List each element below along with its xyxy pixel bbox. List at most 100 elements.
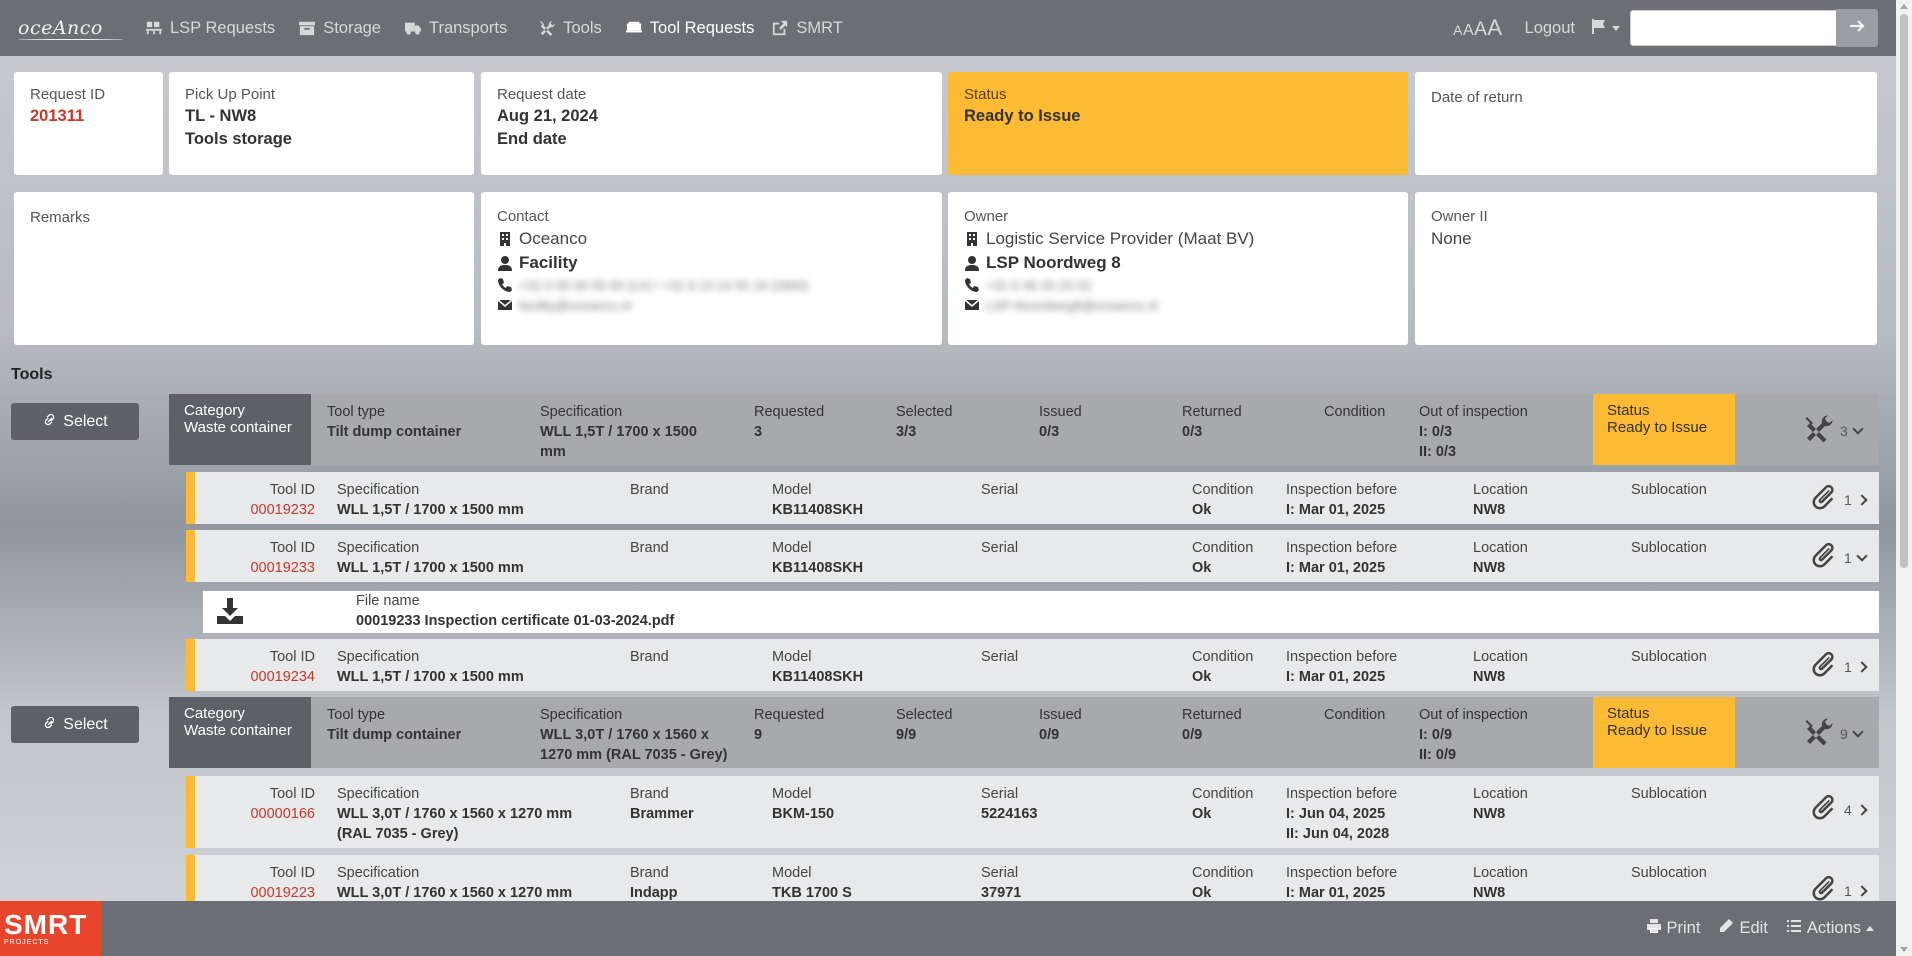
group-expand-toggle[interactable]: 3: [1804, 414, 1864, 447]
download-icon[interactable]: [215, 596, 245, 630]
attachments-toggle[interactable]: 4: [1810, 794, 1868, 825]
group-status-cell: Status Ready to Issue: [1593, 697, 1735, 768]
envelope-icon: [497, 297, 513, 313]
status-label: Status: [964, 86, 1007, 103]
tool-row[interactable]: Tool ID 00019234 Specification WLL 1,5T / …: [186, 639, 1879, 691]
contact-label: Contact: [497, 208, 549, 225]
oceanco-logo[interactable]: oceAnco: [18, 16, 124, 40]
tool-id-link[interactable]: 00000166: [195, 804, 315, 824]
phone-icon: [497, 277, 513, 293]
group-expand-toggle[interactable]: 9: [1804, 717, 1864, 750]
tool-condition-cell: Condition Ok: [1192, 482, 1254, 518]
font-size-selector[interactable]: AAAA: [1453, 15, 1502, 41]
tool-serial-cell: Serial: [981, 649, 1019, 665]
external-link-icon: [770, 19, 790, 37]
request-id-value: 201311: [30, 107, 85, 125]
tool-location-cell: Location NW8: [1473, 865, 1528, 901]
owner2-label: Owner II: [1431, 208, 1488, 225]
font-size-4[interactable]: A: [1487, 15, 1502, 40]
tool-brand-cell: Brand: [630, 649, 669, 665]
tool-id-link[interactable]: 00019234: [195, 667, 315, 687]
nav-lsp-requests[interactable]: LSP Requests: [144, 19, 275, 38]
smrt-logo[interactable]: SMRT PROJECTS: [0, 901, 101, 956]
font-size-3[interactable]: A: [1474, 19, 1487, 40]
tool-id-link[interactable]: 00019232: [195, 500, 315, 520]
tool-row[interactable]: Tool ID 00019223 Specification WLL 3,0T / …: [186, 855, 1879, 901]
nav-tools[interactable]: Tools: [537, 19, 602, 38]
smrt-logo-subtext: PROJECTS: [4, 939, 50, 946]
tool-group-header[interactable]: Category Waste container Tool type Tilt d…: [169, 697, 1879, 768]
tool-serial-cell: Serial 37971: [981, 865, 1022, 901]
nav-lsp-requests-label: LSP Requests: [170, 18, 276, 37]
tool-id-cell: Tool ID 00000166: [195, 784, 315, 824]
tool-condition-cell: Condition Ok: [1192, 786, 1254, 822]
font-size-1[interactable]: A: [1453, 22, 1463, 38]
contact-phone-row: +31 0 00 00 00 00 (LV) / +31 6 13 14 55 …: [497, 277, 926, 293]
category-label: Category: [184, 402, 245, 419]
tool-id-link[interactable]: 00019223: [195, 883, 315, 901]
scroll-up-arrow[interactable]: [1900, 4, 1908, 9]
nav-transports[interactable]: Transports: [403, 19, 507, 38]
list-icon: [1786, 918, 1807, 939]
paperclip-icon: [1810, 794, 1844, 825]
attachment-count: 1: [1844, 491, 1852, 508]
chevron-right-icon: [1856, 884, 1868, 897]
nav-tool-requests[interactable]: Tool Requests: [624, 19, 754, 38]
returned-cell: Returned 0/3: [1182, 404, 1242, 440]
scrollbar-thumb[interactable]: [1900, 14, 1908, 568]
tool-group-header[interactable]: Category Waste container Tool type Tilt d…: [169, 394, 1879, 465]
scroll-down-arrow[interactable]: [1900, 947, 1908, 952]
attachments-toggle[interactable]: 1: [1810, 875, 1868, 901]
page-scrollbar[interactable]: [1896, 0, 1912, 956]
attachments-toggle[interactable]: 1: [1810, 484, 1868, 515]
tool-model-cell: Model KB11408SKH: [772, 649, 864, 685]
logout-link[interactable]: Logout: [1525, 19, 1575, 38]
category-cell: Category Waste container: [169, 697, 311, 768]
attachments-toggle[interactable]: 1: [1810, 542, 1868, 573]
status-value: Ready to Issue: [964, 107, 1081, 125]
owner-phone[interactable]: +31 6 46 25 23 02: [986, 278, 1091, 293]
font-size-2[interactable]: A: [1463, 22, 1474, 39]
tool-inspection-cell: Inspection before I: Jun 04, 2025 II: Jun …: [1286, 786, 1398, 842]
contact-email[interactable]: facility@oceanco.nl: [519, 298, 631, 313]
tool-sublocation-cell: Sublocation: [1631, 540, 1707, 556]
request-date-label: Request date: [497, 86, 587, 103]
search-submit-button[interactable]: [1836, 9, 1878, 47]
tool-location-cell: Location NW8: [1473, 649, 1528, 685]
tool-id-link[interactable]: 00019233: [195, 558, 315, 578]
edit-button[interactable]: Edit: [1718, 918, 1768, 939]
paperclip-icon: [1810, 542, 1844, 573]
print-button[interactable]: Print: [1646, 918, 1700, 939]
tool-inspection-cell: Inspection before I: Mar 01, 2025: [1286, 482, 1398, 518]
pencil-icon: [1718, 918, 1739, 939]
contact-phone[interactable]: +31 0 00 00 00 00 (LV) / +31 6 13 14 55 …: [519, 278, 809, 293]
attachment-file-row[interactable]: File name 00019233 Inspection certificat…: [203, 591, 1879, 633]
file-name-link[interactable]: 00019233 Inspection certificate 01-03-20…: [356, 613, 674, 629]
search-input[interactable]: [1630, 10, 1836, 46]
pickup-point-name: Tools storage: [185, 130, 292, 148]
attachment-count: 1: [1844, 549, 1852, 566]
tool-row[interactable]: Tool ID 00000166 Specification WLL 3,0T / …: [186, 776, 1879, 848]
select-button[interactable]: Select: [11, 706, 139, 743]
attachment-count: 4: [1844, 801, 1852, 818]
tool-sublocation-cell: Sublocation: [1631, 482, 1707, 498]
out-of-inspection-cell: Out of inspection I: 0/3 II: 0/3: [1419, 404, 1528, 460]
actions-dropdown[interactable]: Actions: [1786, 918, 1874, 939]
select-button[interactable]: Select: [11, 403, 139, 440]
returned-cell: Returned 0/9: [1182, 707, 1242, 743]
specification-cell: Specification WLL 3,0T / 1760 x 1560 x 127…: [540, 707, 728, 763]
tool-row[interactable]: Tool ID 00019233 Specification WLL 1,5T / …: [186, 530, 1879, 582]
request-id-label: Request ID: [30, 86, 106, 103]
tool-row[interactable]: Tool ID 00019232 Specification WLL 1,5T / …: [186, 472, 1879, 524]
edit-label: Edit: [1739, 919, 1768, 937]
language-dropdown[interactable]: [1591, 18, 1620, 38]
pallet-icon: [144, 19, 164, 37]
nav-smrt[interactable]: SMRT: [770, 19, 843, 38]
envelope-icon: [964, 297, 980, 313]
pickup-point-panel: Pick Up Point TL - NW8 Tools storage: [169, 72, 474, 175]
nav-storage[interactable]: Storage: [297, 19, 381, 38]
tool-id-cell: Tool ID 00019233: [195, 538, 315, 578]
tool-location-cell: Location NW8: [1473, 482, 1528, 518]
attachments-toggle[interactable]: 1: [1810, 651, 1868, 682]
owner-email[interactable]: LSP-Noordweg8@oceanco.nl: [986, 298, 1157, 313]
